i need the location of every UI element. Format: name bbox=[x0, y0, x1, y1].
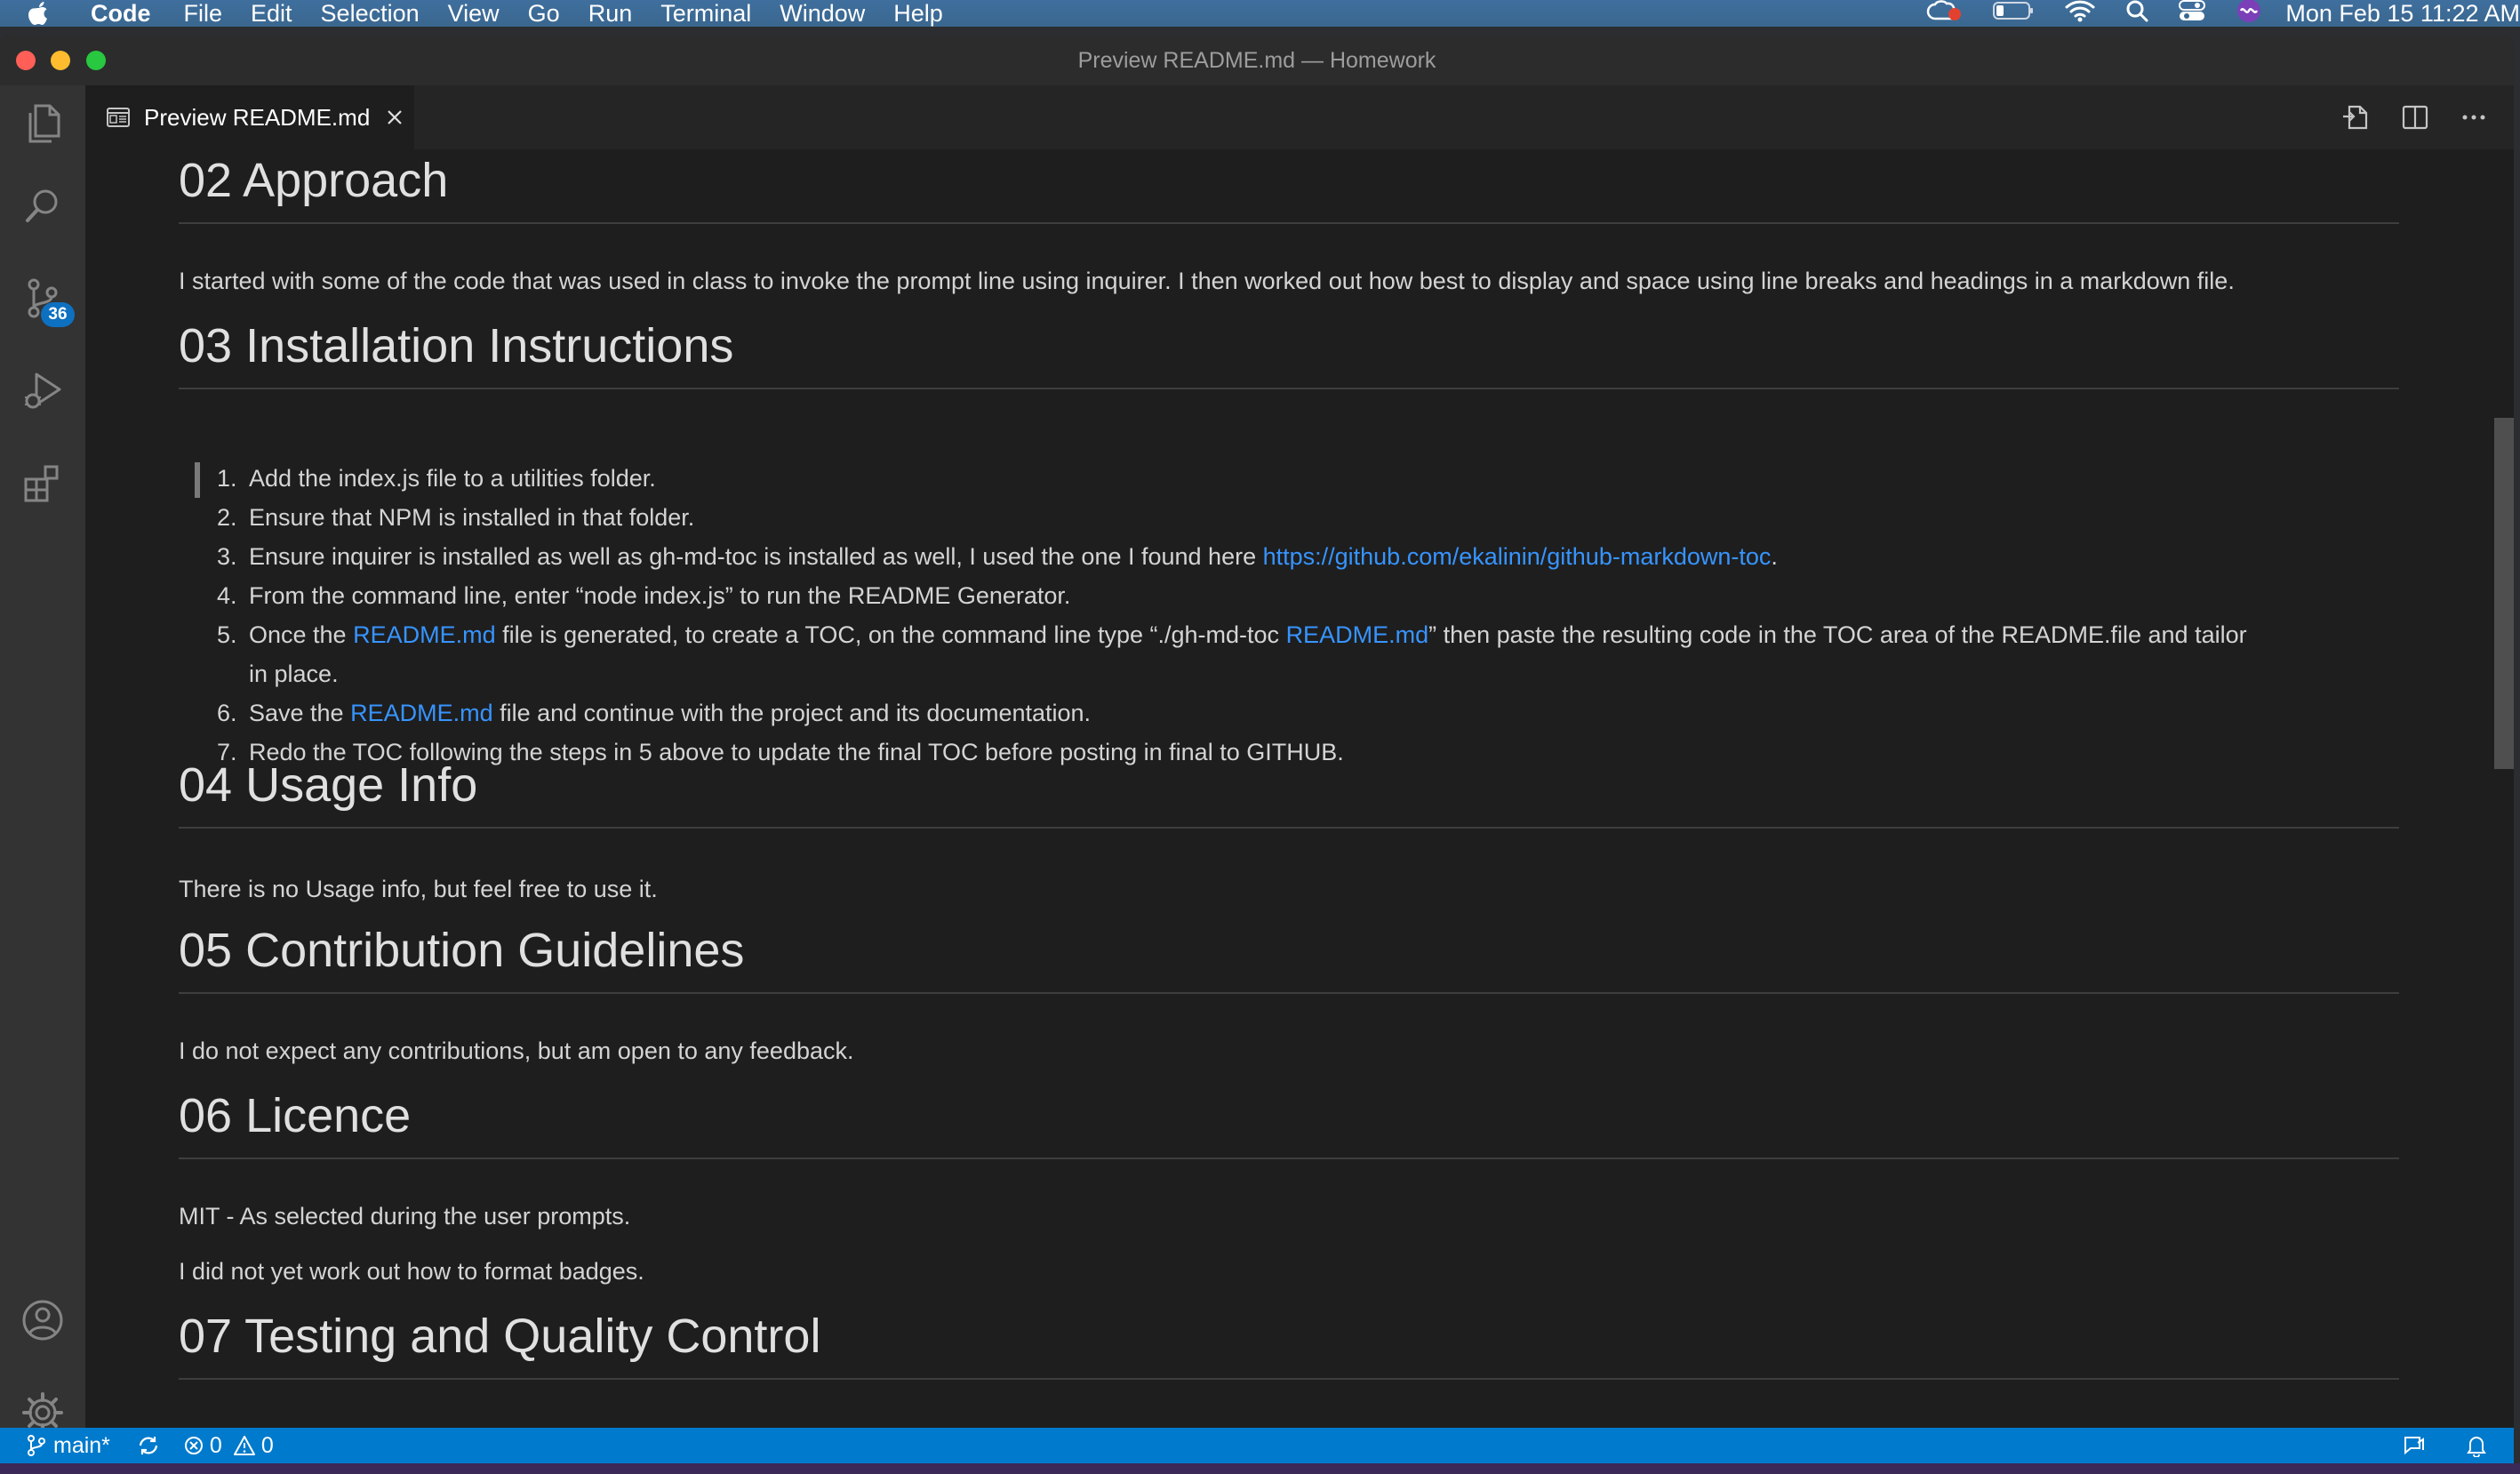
usage-paragraph: There is no Usage info, but feel free to… bbox=[179, 876, 658, 902]
vscode-window: Preview README.md — Homework 36 Preview … bbox=[0, 36, 2514, 1474]
accounts-button[interactable] bbox=[0, 1282, 85, 1362]
status-bar: main* 0 0 bbox=[0, 1428, 2514, 1463]
warning-icon bbox=[233, 1435, 256, 1456]
run-debug-button[interactable] bbox=[0, 352, 85, 432]
source-control-button[interactable]: 36 bbox=[0, 260, 85, 340]
list-item: 2. Ensure that NPM is installed in that … bbox=[217, 504, 695, 531]
close-window-button[interactable] bbox=[16, 51, 36, 70]
source-control-badge: 36 bbox=[41, 302, 75, 327]
title-bar: Preview README.md — Homework bbox=[0, 36, 2514, 85]
split-editor-icon[interactable] bbox=[2402, 104, 2428, 131]
extensions-icon bbox=[22, 463, 63, 509]
files-icon bbox=[23, 102, 62, 149]
list-item: 6. Save the README.md file and continue … bbox=[217, 700, 1092, 726]
search-icon bbox=[23, 186, 62, 229]
github-markdown-toc-link[interactable]: https://github.com/ekalinin/github-markd… bbox=[1263, 543, 1772, 570]
window-title: Preview README.md — Homework bbox=[1077, 48, 1436, 73]
sync-button[interactable] bbox=[137, 1434, 160, 1457]
control-center-icon[interactable] bbox=[2179, 0, 2206, 28]
heading-licence: 06 Licence bbox=[179, 1085, 2399, 1159]
list-item: 5. Once the README.md file is generated,… bbox=[217, 621, 2247, 687]
menu-view[interactable]: View bbox=[448, 0, 500, 28]
menu-window[interactable]: Window bbox=[780, 0, 865, 28]
menu-help[interactable]: Help bbox=[893, 0, 943, 28]
error-icon bbox=[183, 1435, 204, 1456]
licence-paragraph-1: MIT - As selected during the user prompt… bbox=[179, 1203, 631, 1230]
open-source-icon[interactable] bbox=[2341, 104, 2370, 131]
list-item: 4. From the command line, enter “node in… bbox=[217, 582, 1071, 609]
notifications-bell-icon[interactable] bbox=[2466, 1434, 2487, 1457]
heading-approach: 02 Approach bbox=[179, 149, 2399, 224]
more-actions-icon[interactable] bbox=[2460, 104, 2487, 131]
siri-icon[interactable] bbox=[2236, 0, 2262, 30]
git-branch-icon bbox=[27, 1434, 46, 1457]
readme-link[interactable]: README.md bbox=[350, 700, 493, 726]
licence-paragraph-2: I did not yet work out how to format bad… bbox=[179, 1258, 644, 1285]
account-icon bbox=[20, 1298, 65, 1347]
tab-preview-readme[interactable]: Preview README.md bbox=[85, 85, 414, 149]
editor-tabs-bar: Preview README.md bbox=[85, 85, 2514, 149]
explorer-button[interactable] bbox=[0, 85, 85, 165]
macos-menu-bar: Code File Edit Selection View Go Run Ter… bbox=[0, 0, 2520, 27]
zoom-window-button[interactable] bbox=[86, 51, 106, 70]
scrollbar-thumb[interactable] bbox=[2494, 418, 2514, 769]
search-button[interactable] bbox=[0, 167, 85, 247]
markdown-preview[interactable]: 02 Approach I started with some of the c… bbox=[85, 149, 2514, 1463]
activity-bar: 36 bbox=[0, 85, 85, 1463]
approach-paragraph: I started with some of the code that was… bbox=[179, 268, 2235, 294]
branch-status[interactable]: main* bbox=[27, 1433, 110, 1459]
extensions-button[interactable] bbox=[0, 445, 85, 525]
sync-icon bbox=[137, 1434, 160, 1457]
heading-contribution: 05 Contribution Guidelines bbox=[179, 919, 2399, 994]
menu-app-name[interactable]: Code bbox=[91, 0, 151, 28]
creative-cloud-icon[interactable] bbox=[1926, 0, 1962, 28]
editor-actions bbox=[2309, 85, 2487, 149]
feedback-icon[interactable] bbox=[2402, 1434, 2427, 1457]
battery-icon[interactable] bbox=[1992, 0, 2035, 28]
blockquote-bar bbox=[195, 462, 200, 498]
heading-installation: 03 Installation Instructions bbox=[179, 315, 2399, 389]
readme-link[interactable]: README.md bbox=[353, 621, 496, 648]
close-tab-icon[interactable] bbox=[386, 108, 404, 126]
minimize-window-button[interactable] bbox=[51, 51, 70, 70]
status-bar-right bbox=[2363, 1428, 2487, 1463]
spotlight-search-icon[interactable] bbox=[2125, 0, 2148, 28]
heading-testing: 07 Testing and Quality Control bbox=[179, 1305, 2399, 1380]
run-debug-icon bbox=[22, 369, 63, 416]
readme-link[interactable]: README.md bbox=[1286, 621, 1429, 648]
contribution-paragraph: I do not expect any contributions, but a… bbox=[179, 1037, 854, 1064]
menu-run[interactable]: Run bbox=[588, 0, 633, 28]
preview-icon bbox=[107, 108, 130, 127]
menu-bar-clock[interactable]: Mon Feb 15 11:22 AM bbox=[2285, 0, 2520, 28]
apple-logo-icon[interactable] bbox=[27, 1, 50, 26]
warning-count: 0 bbox=[260, 1432, 274, 1458]
branch-name: main* bbox=[53, 1432, 110, 1458]
menu-file[interactable]: File bbox=[184, 0, 223, 28]
tab-label: Preview README.md bbox=[144, 103, 371, 131]
installation-steps-list: 1. Add the index.js file to a utilities … bbox=[217, 459, 2386, 772]
menu-terminal[interactable]: Terminal bbox=[660, 0, 751, 28]
menu-edit[interactable]: Edit bbox=[251, 0, 292, 28]
list-item: 3. Ensure inquirer is installed as well … bbox=[217, 543, 1778, 570]
problems-status[interactable]: 0 0 bbox=[183, 1433, 274, 1459]
vertical-scrollbar[interactable] bbox=[2494, 149, 2514, 1463]
menu-selection[interactable]: Selection bbox=[321, 0, 420, 28]
desktop-background-strip bbox=[0, 1463, 2520, 1474]
heading-usage: 04 Usage Info bbox=[179, 754, 2399, 829]
list-item: 1. Add the index.js file to a utilities … bbox=[217, 465, 656, 492]
error-count: 0 bbox=[209, 1432, 222, 1458]
wifi-icon[interactable] bbox=[2065, 0, 2095, 28]
menu-go[interactable]: Go bbox=[528, 0, 560, 28]
